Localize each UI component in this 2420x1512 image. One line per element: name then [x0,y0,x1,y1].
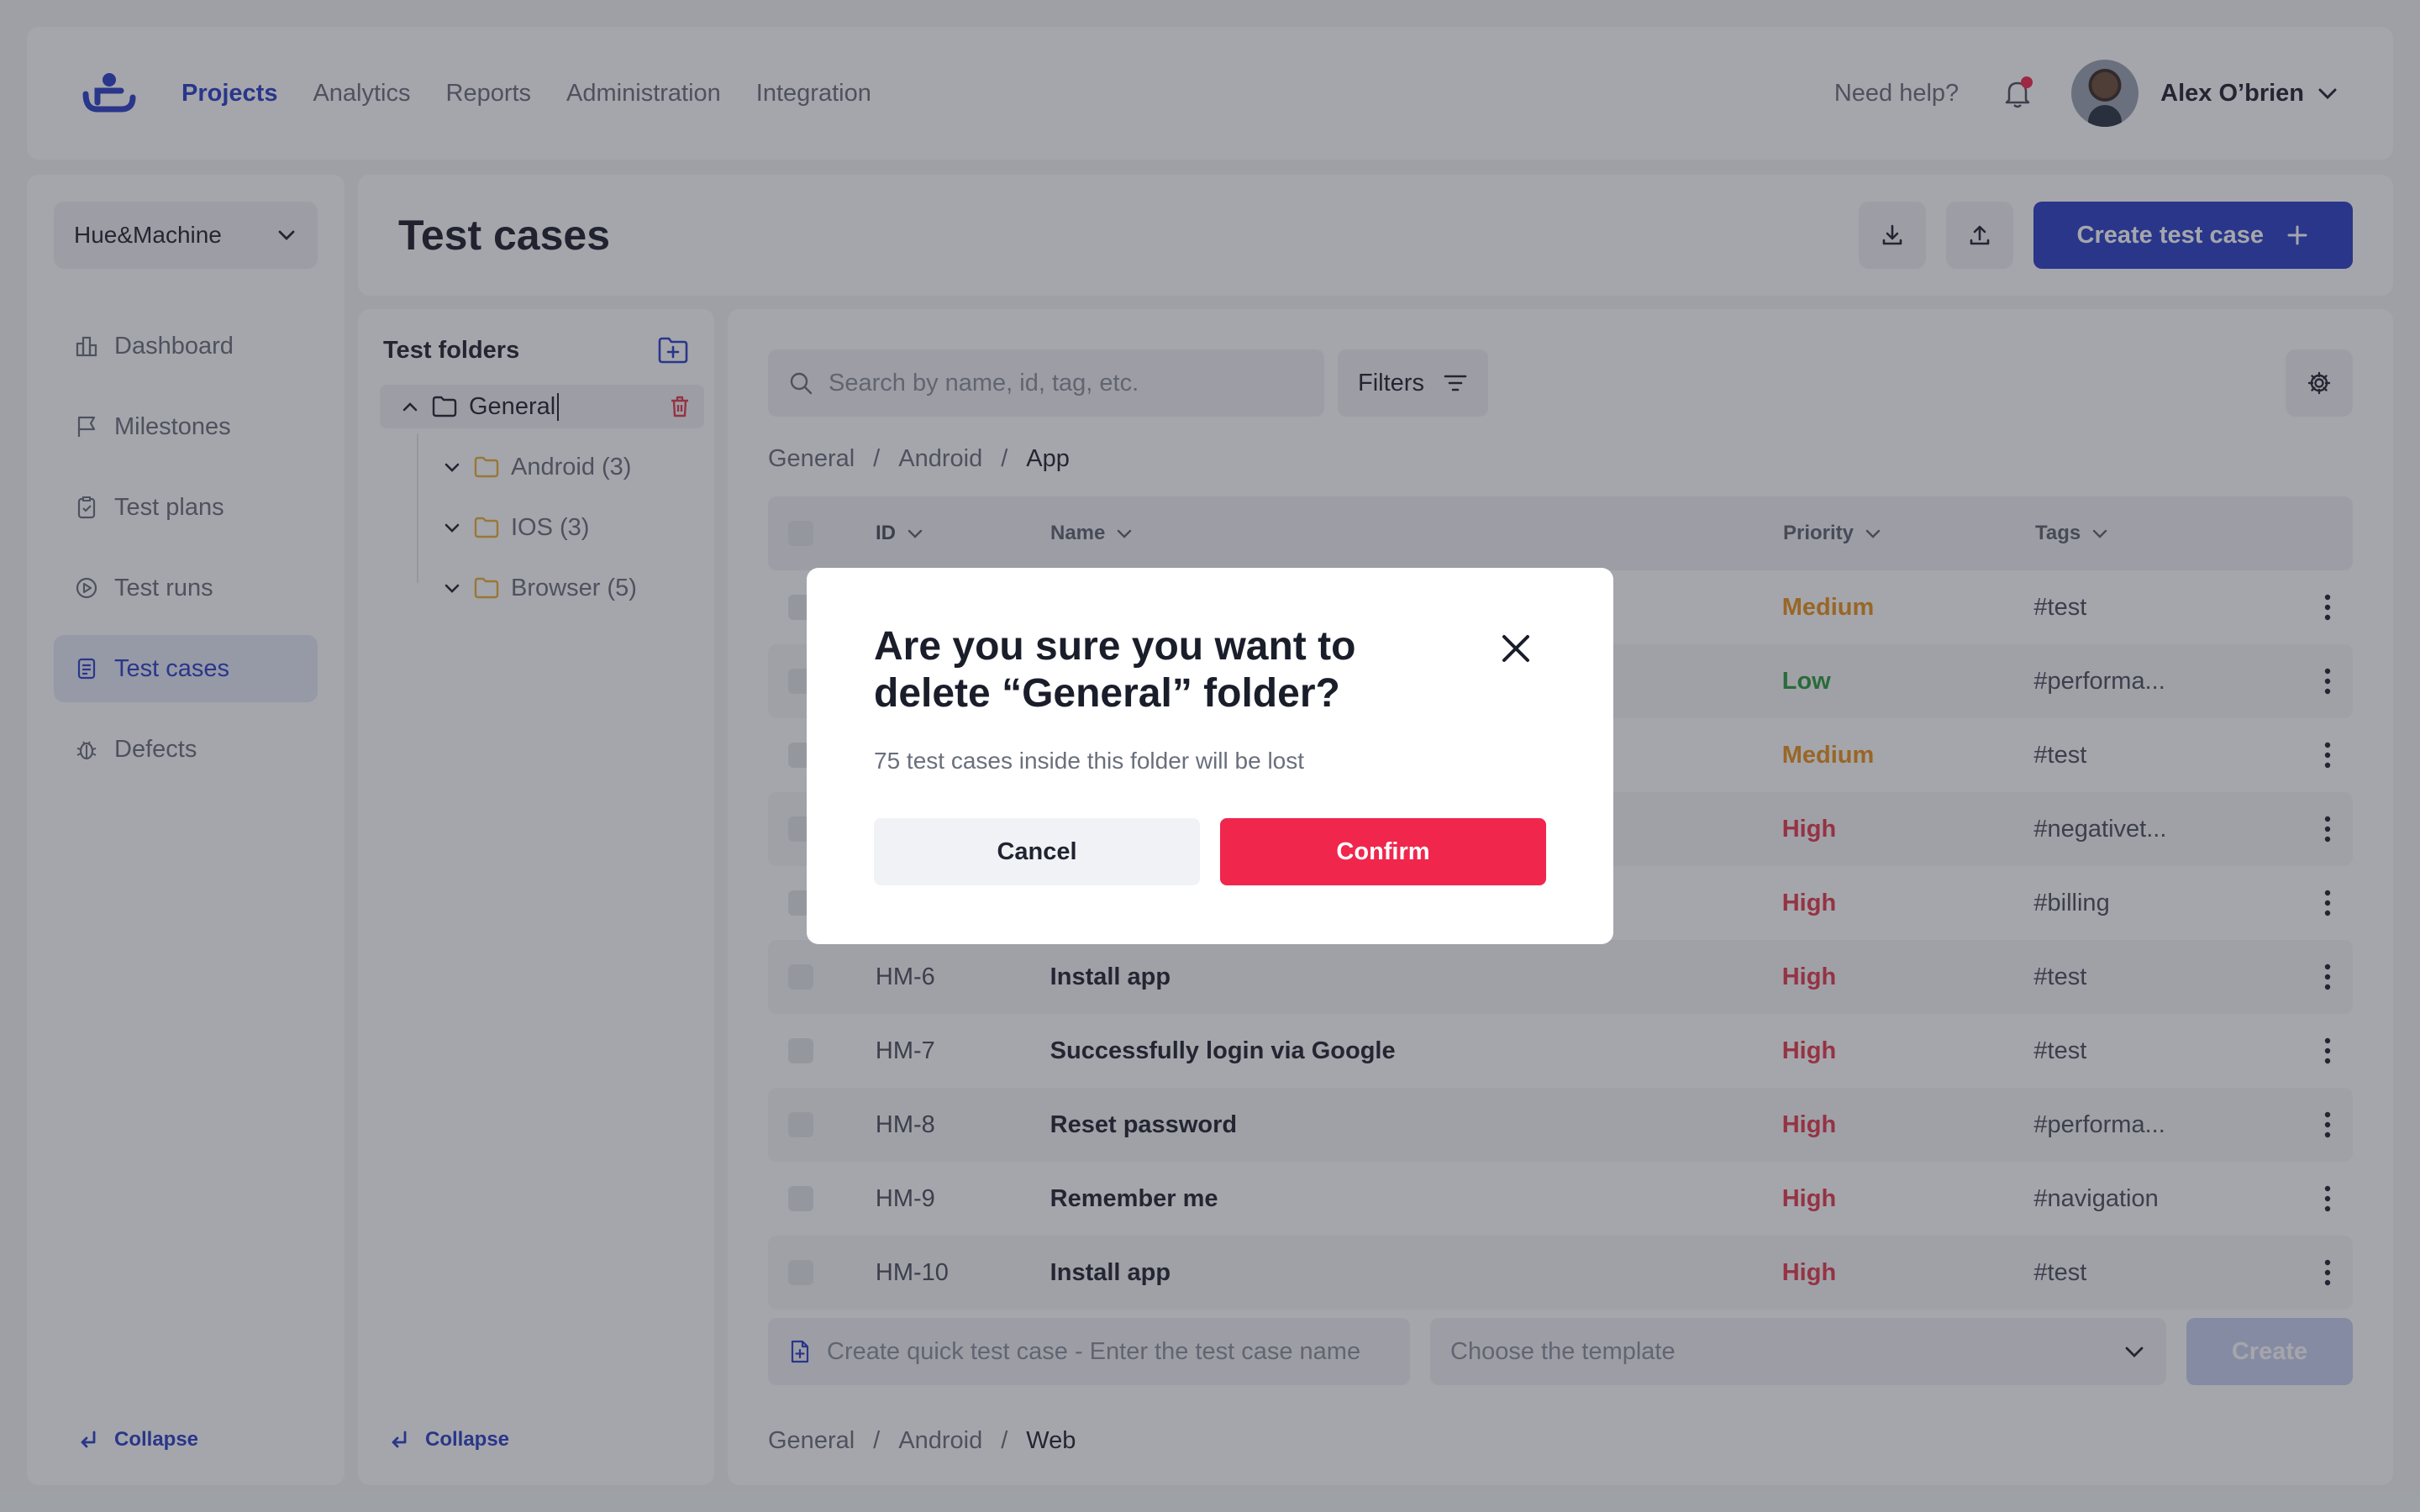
dialog-message: 75 test cases inside this folder will be… [874,748,1305,774]
confirm-button[interactable]: Confirm [1220,818,1546,885]
close-icon[interactable] [1496,628,1536,669]
dialog-actions: Cancel Confirm [874,818,1546,885]
delete-folder-dialog: Are you sure you want to delete “General… [807,568,1613,944]
dialog-title: Are you sure you want to delete “General… [874,624,1356,716]
cancel-button[interactable]: Cancel [874,818,1200,885]
app-root: Projects Analytics Reports Administratio… [0,0,2420,1512]
